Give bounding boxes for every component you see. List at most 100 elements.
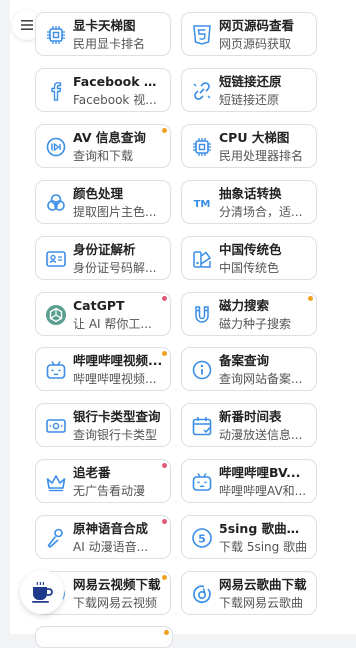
tool-card-title: 追老番	[73, 465, 111, 480]
tool-card-subtitle: AI 动漫语音...	[73, 540, 149, 554]
tool-card-subtitle: 无广告看动漫	[73, 484, 146, 498]
tool-card-title: CatGPT	[73, 298, 125, 313]
tool-card-subtitle: 民用显卡排名	[73, 37, 146, 51]
tool-card-anime-schedule[interactable]: 新番时间表动漫放送信息...	[181, 403, 317, 447]
tool-card-gpu-ranking[interactable]: 显卡天梯图民用显卡排名	[35, 12, 171, 56]
tool-card-title: 身份证解析	[73, 242, 136, 257]
notification-dot	[162, 128, 167, 133]
tool-card-genshin-voice[interactable]: 原神语音合成 AI 动漫语音...	[35, 515, 171, 559]
bilibili-icon	[45, 359, 67, 381]
info-icon	[191, 359, 213, 381]
notification-dot	[308, 296, 313, 301]
tool-card-subtitle: 短链接还原	[219, 93, 280, 107]
tool-card-subtitle: 民用处理器排名	[219, 149, 304, 163]
microphone-icon	[45, 527, 67, 549]
tool-card-subtitle: 查询和下载	[73, 149, 134, 163]
tool-card-title: 中国传统色	[219, 242, 282, 257]
tm-icon: TM	[191, 192, 213, 214]
tool-card-cpu-ranking[interactable]: CPU 大梯图 民用处理器排名	[181, 124, 317, 168]
tool-card-subtitle: 下载 5sing 歌曲	[219, 540, 308, 554]
tool-card-color-process[interactable]: 颜色处理提取图片主色...	[35, 180, 171, 224]
tool-card-subtitle: 查询银行卡类型	[73, 428, 158, 442]
tool-card-av-info[interactable]: AV 信息查询 查询和下载	[35, 124, 171, 168]
notification-dot	[162, 463, 167, 468]
tool-card-bilibili-video[interactable]: 哔哩哔哩视频... 哔哩哔哩视频...	[35, 347, 171, 391]
tool-card-title: 哔哩哔哩BV...	[219, 465, 301, 480]
tool-card-subtitle: 网页源码获取	[219, 37, 292, 51]
tool-card-catgpt[interactable]: CatGPT 让 AI 帮你工...	[35, 292, 171, 336]
tool-card-subtitle: 分清场合，适...	[219, 205, 303, 219]
tool-card-title: 网易云视频下载	[73, 577, 161, 592]
notification-dot	[162, 575, 167, 580]
five-icon: 5	[191, 527, 213, 549]
tool-card-title: 抽象话转换	[219, 186, 282, 201]
notification-dot	[162, 519, 167, 524]
tool-card-title: 显卡天梯图	[73, 18, 136, 33]
tool-card-title: 5sing 歌曲下载	[219, 521, 310, 536]
tool-card-subtitle: 哔哩哔哩视频...	[73, 372, 157, 386]
tool-card-netease-song[interactable]: 网易云歌曲下载 下载网易云歌曲	[181, 571, 317, 615]
magnet-icon	[191, 304, 213, 326]
netease-icon	[191, 583, 213, 605]
link-icon	[191, 80, 213, 102]
tool-card-title: 哔哩哔哩视频...	[73, 353, 163, 368]
tool-card-subtitle: 哔哩哔哩AV和...	[219, 484, 307, 498]
tool-card-page-source[interactable]: 网页源码查看 网页源码获取	[181, 12, 317, 56]
tool-card-title: 新番时间表	[219, 409, 282, 424]
notification-dot	[162, 351, 167, 356]
tool-card-chinese-colors[interactable]: 中国传统色 中国传统色	[181, 236, 317, 280]
bilibili-icon	[191, 471, 213, 493]
coffee-button[interactable]	[20, 570, 64, 614]
tool-card-title: 网易云歌曲下载	[219, 577, 307, 592]
tool-card-subtitle: 磁力种子搜索	[219, 317, 292, 331]
tool-card-title: 银行卡类型查询	[73, 409, 161, 424]
tool-card-title: AV 信息查询	[73, 130, 146, 145]
menu-icon	[21, 20, 33, 30]
tool-card-subtitle: 身份证号码解...	[73, 261, 157, 275]
tool-card-title: 备案查询	[219, 353, 270, 368]
partial-card[interactable]	[35, 626, 173, 648]
svg-text:TM: TM	[194, 199, 211, 210]
tool-card-subtitle: 提取图片主色...	[73, 205, 157, 219]
svg-text:5: 5	[198, 532, 206, 545]
tool-card-5sing-download[interactable]: 5 5sing 歌曲下载 下载 5sing 歌曲	[181, 515, 317, 559]
notification-dot	[164, 630, 169, 635]
tool-card-title: 原神语音合成	[73, 521, 149, 536]
tool-card-bank-card[interactable]: 银行卡类型查询 查询银行卡类型	[35, 403, 171, 447]
cpu-icon	[191, 136, 213, 158]
id-card-icon	[45, 248, 67, 270]
av-icon	[45, 136, 67, 158]
tool-card-title: 网页源码查看	[219, 18, 295, 33]
tool-card-bilibili-bv[interactable]: 哔哩哔哩BV... 哔哩哔哩AV和...	[181, 459, 317, 503]
openai-icon	[45, 304, 67, 326]
crown-icon	[45, 471, 67, 493]
tool-card-subtitle: 中国传统色	[219, 261, 280, 275]
tool-card-short-link-restore[interactable]: 短链接还原 短链接还原	[181, 68, 317, 112]
tool-card-title: 颜色处理	[73, 186, 124, 201]
bank-card-icon	[45, 415, 67, 437]
tool-card-subtitle: Facebook 视...	[73, 93, 157, 107]
calendar-icon	[191, 415, 213, 437]
tool-card-title: 磁力搜索	[219, 298, 270, 313]
tool-card-subtitle: 查询网站备案...	[219, 372, 303, 386]
tool-card-subtitle: 让 AI 帮你工...	[73, 317, 152, 331]
tool-card-old-anime[interactable]: 追老番 无广告看动漫	[35, 459, 171, 503]
tool-card-title: CPU 大梯图	[219, 130, 290, 145]
tool-card-id-parse[interactable]: 身份证解析身份证号码解...	[35, 236, 171, 280]
facebook-icon	[45, 80, 67, 102]
tool-card-icp-query[interactable]: 备案查询查询网站备案...	[181, 347, 317, 391]
tool-card-magnet-search[interactable]: 磁力搜索磁力种子搜索	[181, 292, 317, 336]
tool-card-abstract-text[interactable]: TM 抽象话转换分清场合，适...	[181, 180, 317, 224]
tool-card-subtitle: 动漫放送信息...	[219, 428, 303, 442]
coffee-icon	[32, 581, 53, 603]
tool-card-title: Facebook 视...	[73, 74, 164, 89]
color-icon	[45, 192, 67, 214]
palette-icon	[191, 248, 213, 270]
html5-icon	[191, 24, 213, 46]
chip-icon	[45, 24, 67, 46]
tool-card-subtitle: 下载网易云视频	[73, 596, 158, 610]
notification-dot	[162, 296, 167, 301]
tool-card-facebook-video[interactable]: Facebook 视... Facebook 视...	[35, 68, 171, 112]
tool-card-title: 短链接还原	[219, 74, 282, 89]
tool-card-subtitle: 下载网易云歌曲	[219, 596, 304, 610]
